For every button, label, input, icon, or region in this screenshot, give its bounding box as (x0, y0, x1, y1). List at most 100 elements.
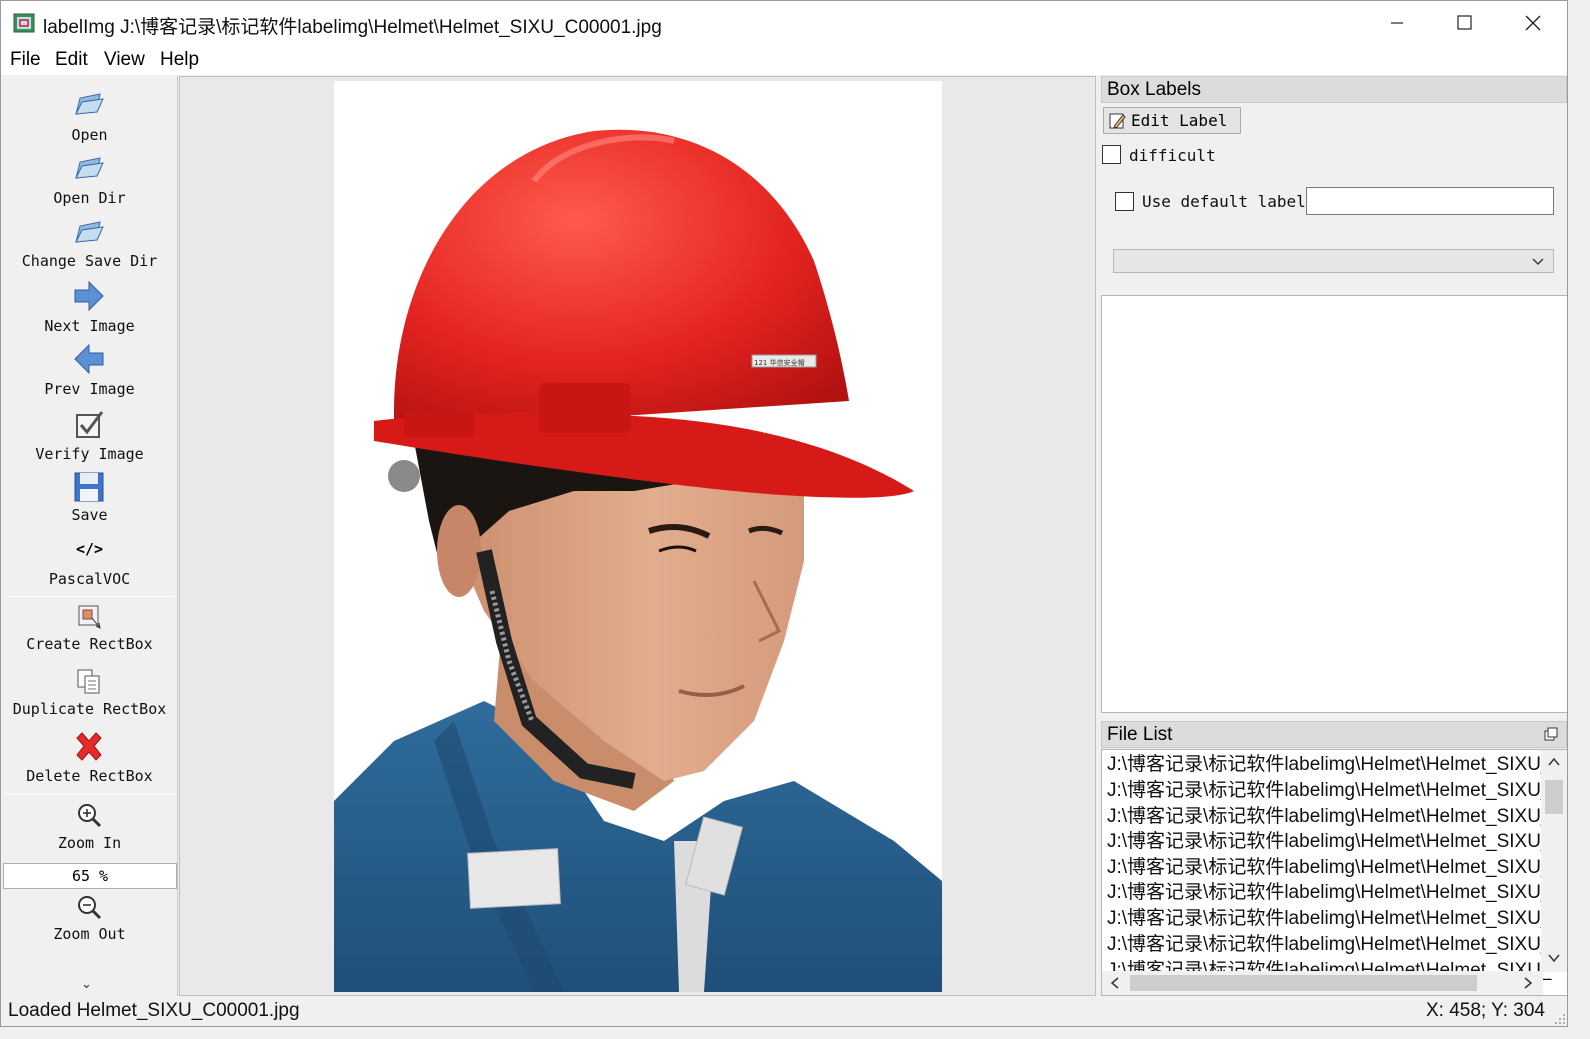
menu-edit[interactable]: Edit (55, 49, 88, 71)
file-list-title-bar: File List (1101, 721, 1567, 748)
photo: 121 华信安全帽 (334, 81, 942, 992)
folder-open-icon (75, 93, 104, 115)
file-list-title: File List (1107, 724, 1173, 745)
menu-file[interactable]: File (10, 49, 41, 71)
verify-image-label: Verify Image (35, 445, 144, 463)
zoom-in-button[interactable]: Zoom In (1, 798, 178, 860)
minimize-icon (1391, 22, 1403, 24)
file-list-item[interactable]: J:\博客记录\标记软件labelimg\Helmet\Helmet_SIXU_ (1107, 752, 1552, 778)
zoom-out-label: Zoom Out (53, 925, 126, 943)
file-list-item[interactable]: J:\博客记录\标记软件labelimg\Helmet\Helmet_SIXU_ (1107, 829, 1552, 855)
open-dir-button[interactable]: Open Dir (1, 150, 178, 210)
next-image-label: Next Image (44, 317, 135, 335)
open-button[interactable]: Open (1, 86, 178, 146)
minimize-button[interactable] (1363, 1, 1431, 45)
delete-rectbox-label: Delete RectBox (26, 767, 153, 785)
scroll-up-icon[interactable] (1547, 756, 1561, 768)
vertical-scroll-thumb[interactable] (1545, 780, 1563, 814)
cursor-coordinates: X: 458; Y: 304 (1425, 1000, 1545, 1021)
box-labels-title: Box Labels (1101, 76, 1567, 103)
menu-view[interactable]: View (104, 49, 145, 71)
create-rectbox-button[interactable]: Create RectBox (1, 600, 178, 660)
file-list[interactable]: J:\博客记录\标记软件labelimg\Helmet\Helmet_SIXU_… (1101, 749, 1567, 996)
next-image-button[interactable]: Next Image (1, 278, 178, 340)
save-button[interactable]: Save (1, 470, 178, 530)
scroll-left-icon[interactable] (1109, 976, 1121, 990)
change-save-dir-button[interactable]: Change Save Dir (1, 214, 178, 274)
prev-image-button[interactable]: Prev Image (1, 342, 178, 404)
floppy-disk-icon (74, 472, 104, 502)
worker-helmet-photo: 121 华信安全帽 (334, 129, 942, 992)
resize-grip-icon[interactable] (1554, 1013, 1566, 1025)
label-combo-box[interactable] (1113, 249, 1554, 273)
change-save-dir-label: Change Save Dir (21, 252, 158, 270)
app-icon (13, 13, 35, 33)
duplicate-rectbox-label: Duplicate RectBox (12, 700, 167, 718)
folder-open-icon (75, 157, 104, 179)
chevron-down-icon (1532, 258, 1544, 265)
arrow-right-icon (74, 280, 104, 312)
verify-image-button[interactable]: Verify Image (1, 408, 178, 470)
duplicate-rectbox-button[interactable]: Duplicate RectBox (1, 664, 178, 726)
maximize-button[interactable] (1431, 1, 1499, 45)
code-icon: </> (75, 540, 104, 558)
delete-rectbox-button[interactable]: Delete RectBox (1, 728, 178, 792)
difficult-label: difficult (1129, 146, 1216, 165)
edit-label-button[interactable]: Edit Label (1103, 107, 1241, 134)
prev-image-label: Prev Image (44, 380, 135, 398)
use-default-label-checkbox[interactable] (1115, 192, 1134, 211)
folder-open-icon (75, 221, 104, 243)
duplicate-icon (77, 669, 100, 694)
status-bar: Loaded Helmet_SIXU_C00001.jpg X: 458; Y:… (1, 996, 1567, 1026)
open-label: Open (71, 126, 108, 144)
scroll-right-icon[interactable] (1522, 976, 1534, 990)
file-list-item[interactable]: J:\博客记录\标记软件labelimg\Helmet\Helmet_SIXU_ (1107, 906, 1552, 932)
use-default-label-text: Use default label (1142, 192, 1306, 211)
default-label-input[interactable] (1306, 187, 1554, 215)
arrow-left-icon (74, 343, 104, 375)
menu-help[interactable]: Help (160, 49, 199, 71)
file-list-item[interactable]: J:\博客记录\标记软件labelimg\Helmet\Helmet_SIXU_ (1107, 804, 1552, 830)
close-button[interactable] (1499, 1, 1567, 45)
toolbar-expand-icon[interactable]: ⌄ (81, 976, 92, 992)
file-list-item[interactable]: J:\博客记录\标记软件labelimg\Helmet\Helmet_SIXU_ (1107, 855, 1552, 881)
checkbox-checked-icon (76, 411, 104, 438)
horizontal-scroll-thumb[interactable] (1130, 975, 1477, 991)
create-rectbox-label: Create RectBox (26, 635, 153, 653)
image-canvas[interactable]: 121 华信安全帽 (179, 76, 1096, 996)
open-dir-label: Open Dir (53, 189, 126, 207)
file-list-item[interactable]: J:\博客记录\标记软件labelimg\Helmet\Helmet_SIXU_ (1107, 778, 1552, 804)
close-icon (1525, 15, 1541, 31)
format-button[interactable]: </> PascalVOC (1, 536, 178, 592)
toolbar-separator (5, 596, 175, 597)
undock-icon[interactable] (1544, 727, 1558, 741)
menu-bar: File Edit View Help (1, 45, 1567, 75)
file-list-horizontal-scrollbar[interactable] (1102, 971, 1543, 995)
zoom-in-icon (78, 804, 102, 828)
zoom-in-label: Zoom In (57, 834, 122, 852)
scroll-down-icon[interactable] (1547, 952, 1561, 964)
edit-pencil-icon (1109, 113, 1126, 129)
right-dock: Box Labels Edit Label difficult Use defa… (1100, 76, 1567, 996)
file-list-item[interactable]: J:\博客记录\标记软件labelimg\Helmet\Helmet_SIXU_ (1107, 880, 1552, 906)
difficult-checkbox[interactable] (1102, 145, 1121, 164)
toolbar-separator (5, 794, 175, 795)
edit-label-text: Edit Label (1131, 111, 1228, 130)
labelimg-window: labelImg J:\博客记录\标记软件labelimg\Helmet\Hel… (0, 0, 1568, 1027)
file-list-item[interactable]: J:\博客记录\标记软件labelimg\Helmet\Helmet_SIXU_ (1107, 932, 1552, 958)
zoom-out-icon (78, 896, 102, 920)
box-labels-list[interactable] (1101, 295, 1567, 713)
window-title: labelImg J:\博客记录\标记软件labelimg\Helmet\Hel… (43, 17, 662, 38)
zoom-out-button[interactable]: Zoom Out (1, 890, 178, 952)
title-bar: labelImg J:\博客记录\标记软件labelimg\Helmet\Hel… (1, 1, 1567, 45)
zoom-spinbox[interactable]: 65 % (3, 863, 177, 889)
file-list-vertical-scrollbar[interactable] (1541, 750, 1567, 972)
status-message: Loaded Helmet_SIXU_C00001.jpg (8, 1000, 300, 1021)
left-toolbar: Open Open Dir Change Save Dir Next Image (1, 76, 178, 996)
maximize-icon (1457, 15, 1472, 30)
save-label: Save (71, 506, 108, 524)
create-box-icon (78, 605, 101, 629)
format-label: PascalVOC (48, 570, 131, 588)
delete-x-icon (76, 732, 102, 761)
helmet-sticker-text: 121 华信安全帽 (754, 358, 805, 367)
